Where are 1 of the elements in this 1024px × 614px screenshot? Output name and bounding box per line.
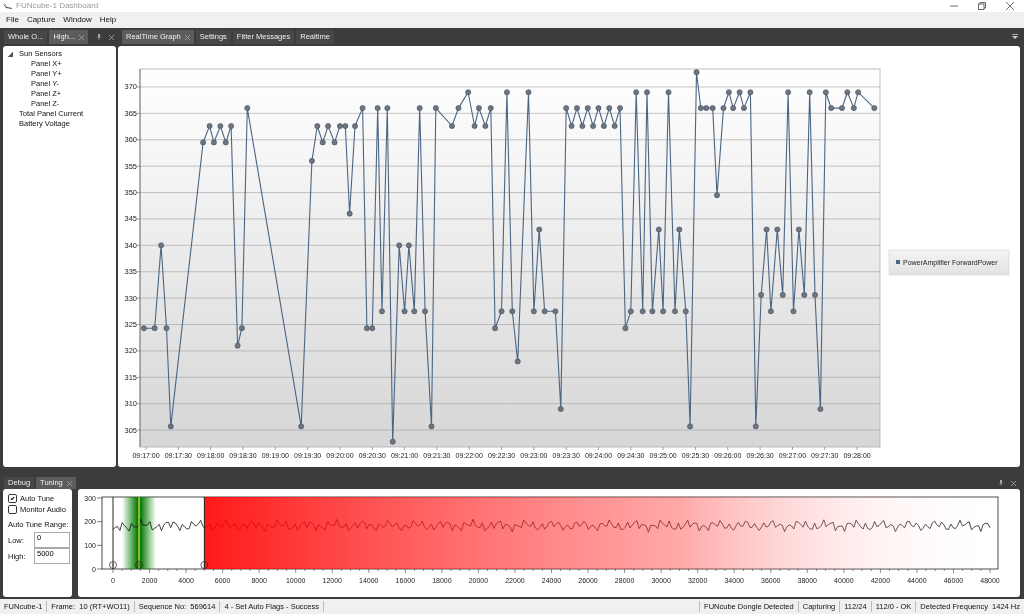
window-title: FUNcube-1 Dashboard [16, 1, 99, 11]
